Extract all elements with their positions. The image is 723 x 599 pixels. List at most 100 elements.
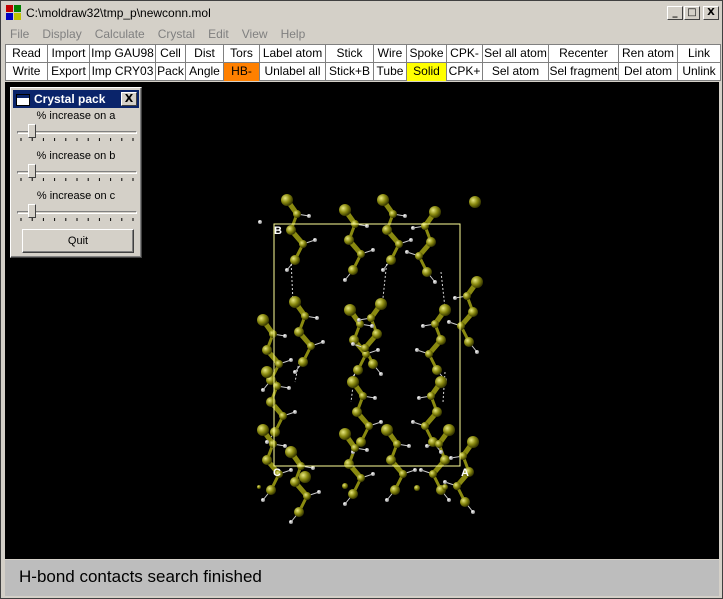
atom[interactable] xyxy=(289,296,301,308)
hydrogen-atom[interactable] xyxy=(449,456,453,460)
atom[interactable] xyxy=(347,376,359,388)
atom[interactable] xyxy=(257,314,269,326)
atom[interactable] xyxy=(294,327,304,337)
link-button[interactable]: Link xyxy=(678,45,720,63)
atom[interactable] xyxy=(281,194,293,206)
atom[interactable] xyxy=(429,206,441,218)
atom[interactable] xyxy=(399,470,407,478)
hydrogen-atom[interactable] xyxy=(321,340,325,344)
atom[interactable] xyxy=(435,440,443,448)
tors-button[interactable]: Tors xyxy=(224,45,260,63)
hydrogen-atom[interactable] xyxy=(371,248,375,252)
atom[interactable] xyxy=(426,237,436,247)
hydrogen-atom[interactable] xyxy=(411,420,415,424)
hydrogen-atom[interactable] xyxy=(407,444,411,448)
atom[interactable] xyxy=(270,427,280,437)
atom[interactable] xyxy=(377,194,389,206)
atom[interactable] xyxy=(372,329,382,339)
atom[interactable] xyxy=(443,424,455,436)
atom[interactable] xyxy=(257,424,269,436)
wire-button[interactable]: Wire xyxy=(374,45,407,63)
hydrogen-atom[interactable] xyxy=(258,220,262,224)
hydrogen-atom[interactable] xyxy=(287,386,291,390)
angle-button[interactable]: Angle xyxy=(186,63,224,81)
atom[interactable] xyxy=(339,204,351,216)
hydrogen-atom[interactable] xyxy=(381,268,385,272)
atom[interactable] xyxy=(307,342,315,350)
dist-button[interactable]: Dist xyxy=(186,45,224,63)
atom[interactable] xyxy=(348,265,358,275)
stick-b-button[interactable]: Stick+B xyxy=(326,63,374,81)
atom[interactable] xyxy=(427,392,435,400)
spoke-button[interactable]: Spoke xyxy=(407,45,447,63)
atom[interactable] xyxy=(353,365,363,375)
hydrogen-atom[interactable] xyxy=(385,498,389,502)
hydrogen-atom[interactable] xyxy=(289,358,293,362)
hydrogen-atom[interactable] xyxy=(261,498,265,502)
slider-thumb[interactable] xyxy=(28,204,37,218)
hydrogen-atom[interactable] xyxy=(293,370,297,374)
atom[interactable] xyxy=(269,330,277,338)
atom[interactable] xyxy=(301,312,309,320)
hydrogen-atom[interactable] xyxy=(447,498,451,502)
atom[interactable] xyxy=(390,485,400,495)
atom[interactable] xyxy=(421,422,429,430)
atom[interactable] xyxy=(463,292,471,300)
read-button[interactable]: Read xyxy=(6,45,48,63)
hydrogen-atom[interactable] xyxy=(447,320,451,324)
slider-c[interactable] xyxy=(17,204,137,221)
hydrogen-atom[interactable] xyxy=(285,268,289,272)
solid-button[interactable]: Solid xyxy=(407,63,447,81)
atom[interactable] xyxy=(415,252,423,260)
hydrogen-atom[interactable] xyxy=(453,296,457,300)
imp-cry03-button[interactable]: Imp CRY03 xyxy=(90,63,156,81)
menu-display[interactable]: Display xyxy=(35,27,87,41)
atom[interactable] xyxy=(351,444,359,452)
atom[interactable] xyxy=(381,424,393,436)
atom[interactable] xyxy=(453,482,461,490)
hydrogen-atom[interactable] xyxy=(351,342,355,346)
atom[interactable] xyxy=(421,222,429,230)
hydrogen-atom[interactable] xyxy=(373,396,377,400)
atom[interactable] xyxy=(344,235,354,245)
atom[interactable] xyxy=(303,492,311,500)
atom[interactable] xyxy=(442,484,448,490)
atom[interactable] xyxy=(290,477,300,487)
unlabel-all-button[interactable]: Unlabel all xyxy=(260,63,326,81)
atom[interactable] xyxy=(468,307,478,317)
dialog-close-button[interactable]: X xyxy=(121,92,137,106)
hydrogen-atom[interactable] xyxy=(307,214,311,218)
title-bar[interactable]: C:\moldraw32\tmp_p\newconn.mol _ □ X xyxy=(3,3,720,23)
atom[interactable] xyxy=(386,255,396,265)
sel-fragment-button[interactable]: Sel fragment xyxy=(549,63,619,81)
atom[interactable] xyxy=(368,359,378,369)
hydrogen-atom[interactable] xyxy=(313,238,317,242)
atom[interactable] xyxy=(299,240,307,248)
hydrogen-atom[interactable] xyxy=(415,348,419,352)
cpk-minus-button[interactable]: CPK- xyxy=(447,45,483,63)
sel-all-atom-button[interactable]: Sel all atom xyxy=(483,45,549,63)
close-button[interactable]: X xyxy=(703,6,719,20)
hydrogen-atom[interactable] xyxy=(311,466,315,470)
hydrogen-atom[interactable] xyxy=(265,440,269,444)
atom[interactable] xyxy=(393,440,401,448)
atom[interactable] xyxy=(357,250,365,258)
atom[interactable] xyxy=(298,357,308,367)
ren-atom-button[interactable]: Ren atom xyxy=(619,45,678,63)
atom[interactable] xyxy=(471,276,483,288)
atom[interactable] xyxy=(285,446,297,458)
atom[interactable] xyxy=(344,304,356,316)
atom[interactable] xyxy=(357,474,365,482)
menu-crystal[interactable]: Crystal xyxy=(151,27,201,41)
atom[interactable] xyxy=(432,407,442,417)
maximize-button[interactable]: □ xyxy=(684,6,700,20)
hydrogen-atom[interactable] xyxy=(357,318,361,322)
slider-b[interactable] xyxy=(17,164,137,181)
menu-file[interactable]: File xyxy=(3,27,35,41)
hydrogen-atom[interactable] xyxy=(379,420,383,424)
hydrogen-atom[interactable] xyxy=(405,250,409,254)
imp-gau98-button[interactable]: Imp GAU98 xyxy=(90,45,156,63)
atom[interactable] xyxy=(262,345,272,355)
cell-button[interactable]: Cell xyxy=(156,45,186,63)
recenter-button[interactable]: Recenter xyxy=(549,45,619,63)
